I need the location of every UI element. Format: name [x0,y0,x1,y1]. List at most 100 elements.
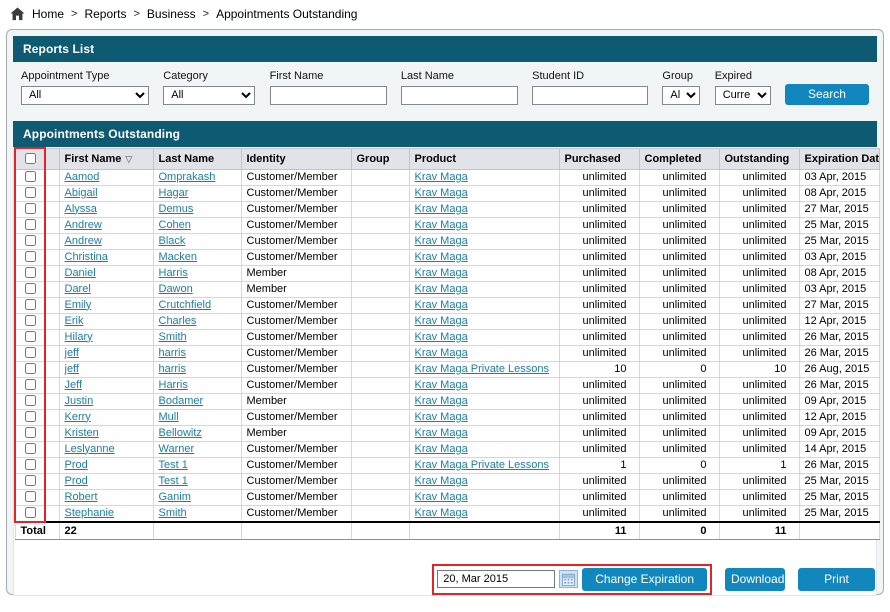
last-name-input[interactable] [401,86,518,105]
breadcrumb-reports[interactable]: Reports [84,7,126,21]
product-link[interactable]: Krav Maga Private Lessons [415,363,550,375]
category-select[interactable]: All [163,86,255,105]
product-link[interactable]: Krav Maga [415,219,468,231]
last-name-link[interactable]: Dawon [159,283,193,295]
last-name-link[interactable]: Test 1 [159,475,188,487]
first-name-link[interactable]: Robert [65,491,98,503]
first-name-link[interactable]: Andrew [65,235,102,247]
first-name-link[interactable]: Darel [65,283,91,295]
first-name-link[interactable]: Andrew [65,219,102,231]
row-checkbox[interactable] [25,251,36,262]
row-checkbox[interactable] [25,347,36,358]
row-checkbox[interactable] [25,459,36,470]
last-name-link[interactable]: Demus [159,203,194,215]
last-name-link[interactable]: harris [159,347,187,359]
last-name-link[interactable]: harris [159,363,187,375]
row-checkbox[interactable] [25,171,36,182]
column-outstanding[interactable]: Outstanding [719,148,799,169]
home-icon[interactable] [10,7,25,21]
row-checkbox[interactable] [25,203,36,214]
last-name-link[interactable]: Crutchfield [159,299,212,311]
first-name-input[interactable] [270,86,387,105]
product-link[interactable]: Krav Maga [415,283,468,295]
row-checkbox[interactable] [25,331,36,342]
select-all-checkbox[interactable] [25,153,36,164]
row-checkbox[interactable] [25,235,36,246]
last-name-link[interactable]: Smith [159,507,187,519]
last-name-link[interactable]: Harris [159,267,188,279]
search-button[interactable]: Search [785,84,869,105]
product-link[interactable]: Krav Maga [415,171,468,183]
row-checkbox[interactable] [25,219,36,230]
first-name-link[interactable]: Stephanie [65,507,115,519]
row-checkbox[interactable] [25,315,36,326]
student-id-input[interactable] [532,86,648,105]
change-expiration-button[interactable]: Change Expiration [582,568,707,591]
last-name-link[interactable]: Hagar [159,187,189,199]
breadcrumb-business[interactable]: Business [147,7,196,21]
row-checkbox[interactable] [25,187,36,198]
product-link[interactable]: Krav Maga [415,187,468,199]
last-name-link[interactable]: Charles [159,315,197,327]
last-name-link[interactable]: Bodamer [159,395,204,407]
first-name-link[interactable]: Jeff [65,379,83,391]
product-link[interactable]: Krav Maga [415,507,468,519]
first-name-link[interactable]: Emily [65,299,92,311]
last-name-link[interactable]: Harris [159,379,188,391]
download-button[interactable]: Download [725,568,785,591]
last-name-link[interactable]: Mull [159,411,179,423]
print-button[interactable]: Print [798,568,875,591]
last-name-link[interactable]: Ganim [159,491,191,503]
product-link[interactable]: Krav Maga Private Lessons [415,459,550,471]
product-link[interactable]: Krav Maga [415,203,468,215]
column-first-name[interactable]: First Name▽ [59,148,153,169]
appointment-type-select[interactable]: All [21,86,149,105]
product-link[interactable]: Krav Maga [415,347,468,359]
first-name-link[interactable]: Prod [65,459,88,471]
product-link[interactable]: Krav Maga [415,427,468,439]
group-select[interactable]: All [662,86,700,105]
column-last-name[interactable]: Last Name [153,148,241,169]
first-name-link[interactable]: Justin [65,395,94,407]
first-name-link[interactable]: Daniel [65,267,96,279]
last-name-link[interactable]: Bellowitz [159,427,202,439]
first-name-link[interactable]: Kristen [65,427,99,439]
last-name-link[interactable]: Smith [159,331,187,343]
product-link[interactable]: Krav Maga [415,491,468,503]
product-link[interactable]: Krav Maga [415,475,468,487]
row-checkbox[interactable] [25,427,36,438]
product-link[interactable]: Krav Maga [415,235,468,247]
product-link[interactable]: Krav Maga [415,443,468,455]
last-name-link[interactable]: Black [159,235,186,247]
row-checkbox[interactable] [25,475,36,486]
row-checkbox[interactable] [25,363,36,374]
column-expiration-date[interactable]: Expiration Date [799,148,879,169]
last-name-link[interactable]: Cohen [159,219,191,231]
product-link[interactable]: Krav Maga [415,331,468,343]
row-checkbox[interactable] [25,507,36,518]
row-checkbox[interactable] [25,443,36,454]
calendar-icon[interactable] [559,570,578,588]
product-link[interactable]: Krav Maga [415,379,468,391]
last-name-link[interactable]: Macken [159,251,198,263]
column-group[interactable]: Group [351,148,409,169]
row-checkbox[interactable] [25,267,36,278]
row-checkbox[interactable] [25,283,36,294]
column-completed[interactable]: Completed [639,148,719,169]
breadcrumb-home[interactable]: Home [32,7,64,21]
row-checkbox[interactable] [25,379,36,390]
first-name-link[interactable]: Kerry [65,411,91,423]
first-name-link[interactable]: Hilary [65,331,93,343]
column-purchased[interactable]: Purchased [559,148,639,169]
last-name-link[interactable]: Omprakash [159,171,216,183]
last-name-link[interactable]: Warner [159,443,195,455]
product-link[interactable]: Krav Maga [415,267,468,279]
expiration-date-input[interactable] [437,570,555,588]
first-name-link[interactable]: Aamod [65,171,100,183]
first-name-link[interactable]: Leslyanne [65,443,115,455]
product-link[interactable]: Krav Maga [415,251,468,263]
product-link[interactable]: Krav Maga [415,315,468,327]
first-name-link[interactable]: Abigail [65,187,98,199]
row-checkbox[interactable] [25,395,36,406]
row-checkbox[interactable] [25,411,36,422]
